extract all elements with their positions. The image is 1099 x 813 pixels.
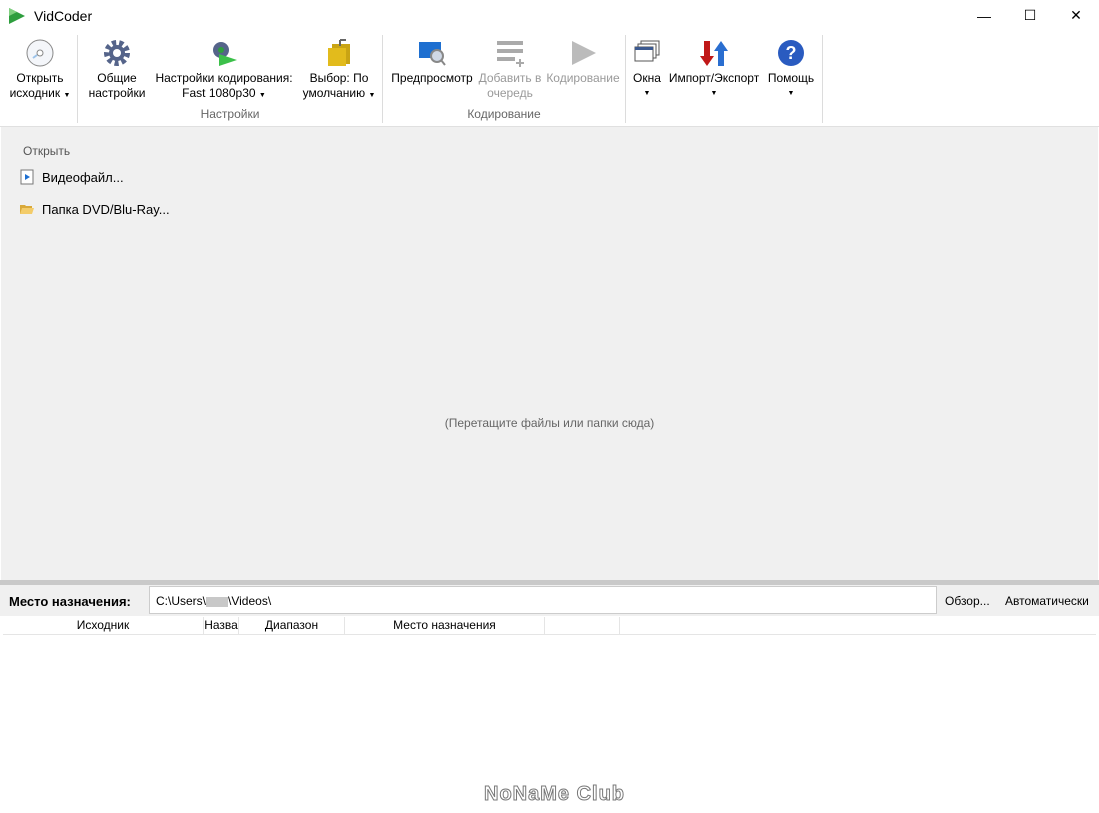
column-extra[interactable] xyxy=(545,617,620,634)
add-to-queue-button[interactable]: Добавить в очередь xyxy=(477,35,543,101)
open-dvd-folder-link[interactable]: Папка DVD/Blu-Ray... xyxy=(19,201,170,217)
ribbon-group-open: Открыть исходник ▼ xyxy=(0,35,78,123)
dropdown-arrow-icon: ▼ xyxy=(368,92,376,99)
open-heading: Открыть xyxy=(23,144,71,158)
window-title: VidCoder xyxy=(34,7,93,24)
column-destination[interactable]: Место назначения xyxy=(345,617,545,634)
encode-button[interactable]: Кодирование xyxy=(544,35,622,86)
dropdown-arrow-icon: ▼ xyxy=(710,90,718,97)
folder-open-icon xyxy=(20,205,34,214)
maximize-button[interactable]: ☐ xyxy=(1007,0,1053,31)
ribbon: Открыть исходник ▼ Общие настройки Настр… xyxy=(0,31,1099,127)
windows-button[interactable]: Окна ▼ xyxy=(630,35,664,101)
help-icon: ? xyxy=(778,40,804,66)
browse-button[interactable]: Обзор... xyxy=(945,594,990,608)
column-name[interactable]: Назва xyxy=(204,617,239,634)
open-video-file-link[interactable]: Видеофайл... xyxy=(19,169,124,185)
help-button[interactable]: ? Помощь ▼ xyxy=(764,35,818,101)
preview-button[interactable]: Предпросмотр xyxy=(388,35,476,86)
queue-header: Исходник Назва Диапазон Место назначения xyxy=(3,617,1096,635)
disc-icon xyxy=(26,39,54,67)
preview-icon xyxy=(419,42,446,66)
auto-button[interactable]: Автоматически xyxy=(1005,594,1089,608)
group-label-settings: Настройки xyxy=(200,107,260,121)
redacted-username xyxy=(206,596,229,607)
source-drop-area[interactable]: Открыть Видеофайл... Папка DVD/Blu-Ray..… xyxy=(1,127,1098,580)
dropdown-arrow-icon: ▼ xyxy=(258,92,266,99)
gear-icon xyxy=(104,40,130,66)
open-source-button[interactable]: Открыть исходник ▼ xyxy=(5,35,75,103)
folder-picker-icon xyxy=(328,39,350,66)
import-export-icon xyxy=(700,41,728,66)
destination-bar: Место назначения: C:\Users\ \Videos\ Обзо… xyxy=(0,585,1099,616)
general-settings-button[interactable]: Общие настройки xyxy=(84,35,150,101)
import-export-button[interactable]: Импорт/Экспорт ▼ xyxy=(666,35,762,101)
group-label-encoding: Кодирование xyxy=(467,107,541,121)
close-button[interactable]: ✕ xyxy=(1053,0,1099,31)
encoding-settings-button[interactable]: Настройки кодирования: Fast 1080p30 ▼ xyxy=(152,35,296,103)
video-file-icon xyxy=(20,169,34,185)
dropdown-arrow-icon: ▼ xyxy=(787,90,795,97)
ribbon-group-misc: Окна ▼ Импорт/Экспорт ▼ ? Помощь ▼ xyxy=(626,35,823,123)
minimize-button[interactable]: — xyxy=(961,0,1007,31)
destination-path-input[interactable]: C:\Users\ \Videos\ xyxy=(149,586,937,614)
encoding-gear-icon xyxy=(213,42,237,66)
column-source[interactable]: Исходник xyxy=(3,617,204,634)
dropdown-arrow-icon: ▼ xyxy=(643,90,651,97)
vidcoder-logo-icon xyxy=(9,7,25,24)
dropdown-arrow-icon: ▼ xyxy=(63,92,71,99)
drop-hint: (Перетащите файлы или папки сюда) xyxy=(444,416,655,430)
ribbon-group-settings: Общие настройки Настройки кодирования: F… xyxy=(78,35,383,123)
watermark: NoNaMe Club xyxy=(484,783,625,806)
windows-icon xyxy=(634,40,660,62)
title-bar: VidCoder — ☐ ✕ xyxy=(0,0,1099,31)
picker-button[interactable]: Выбор: По умолчанию ▼ xyxy=(300,35,378,103)
ribbon-group-encoding: Предпросмотр Добавить в очередь Кодирова… xyxy=(383,35,626,123)
svg-text:?: ? xyxy=(786,43,797,63)
add-queue-icon xyxy=(497,41,524,67)
column-range[interactable]: Диапазон xyxy=(239,617,345,634)
destination-label: Место назначения: xyxy=(9,594,131,609)
play-icon xyxy=(572,41,596,65)
